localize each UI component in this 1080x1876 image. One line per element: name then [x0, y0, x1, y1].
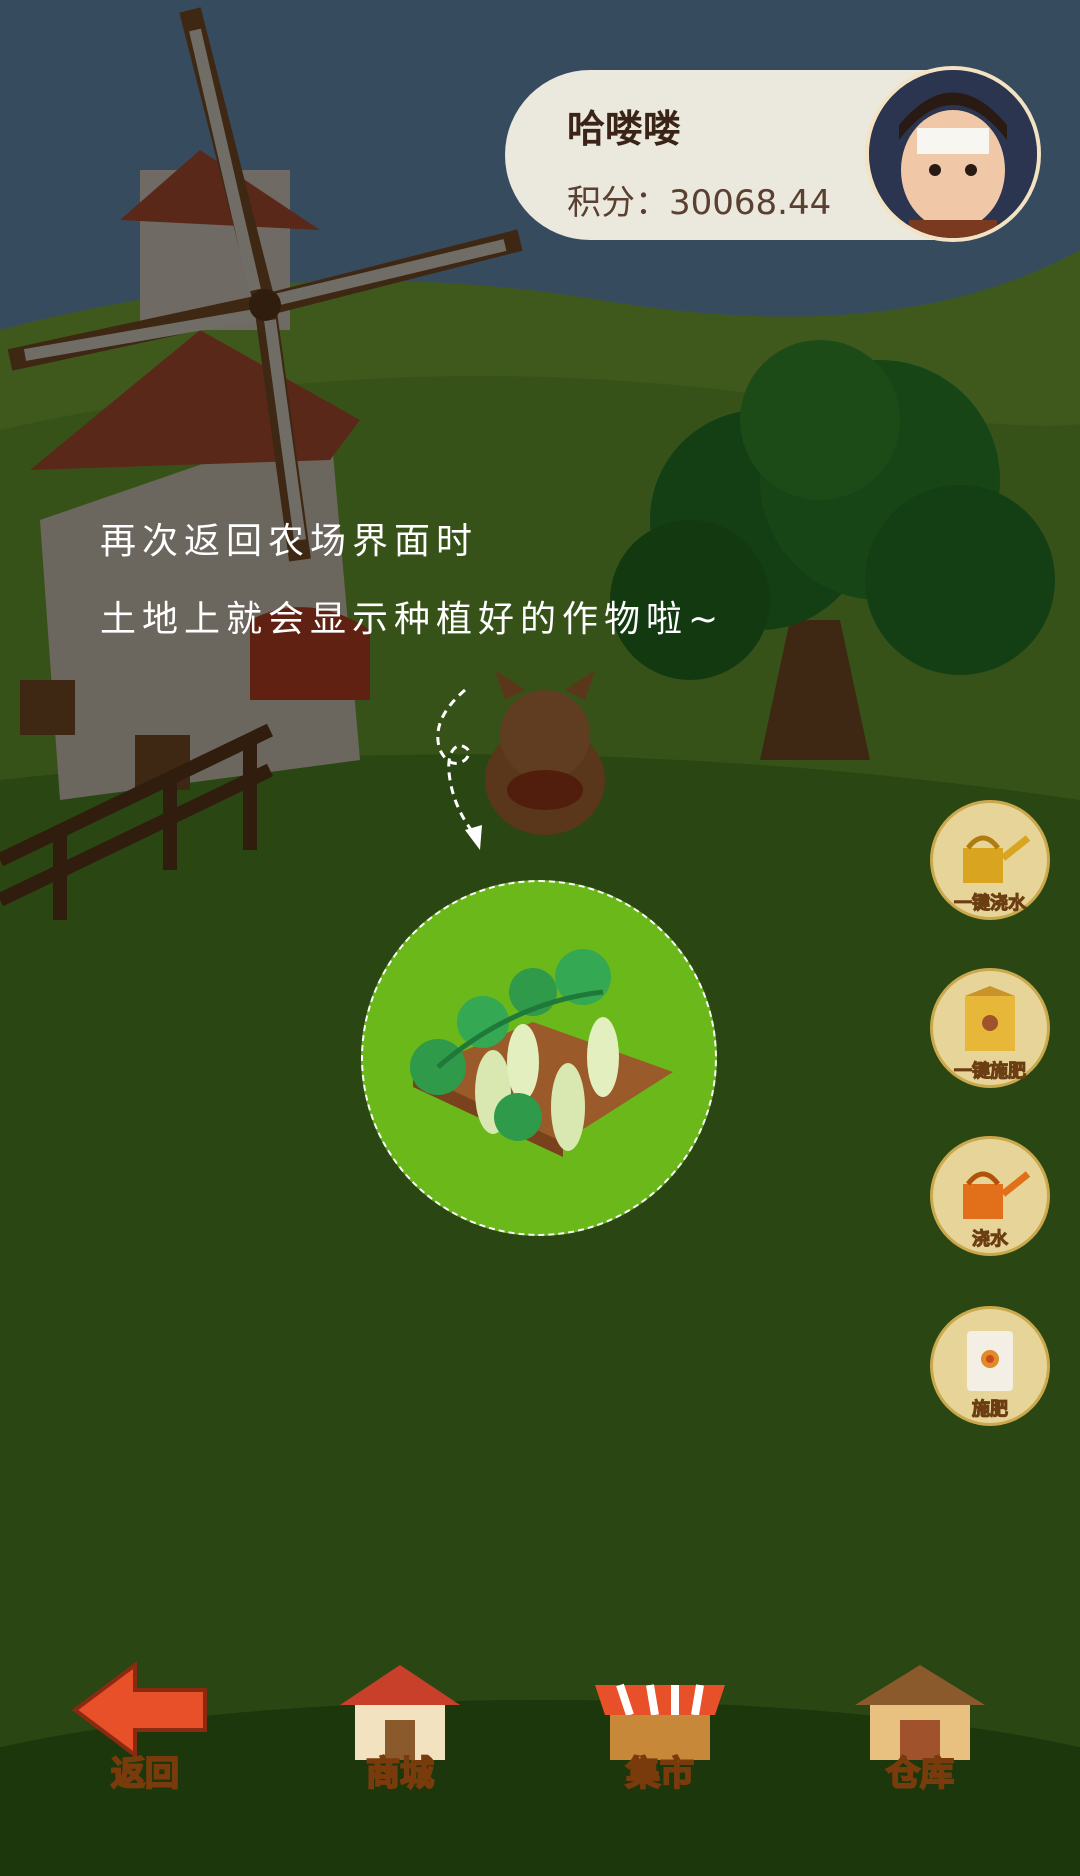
- shop-button[interactable]: 商城: [320, 1655, 480, 1795]
- username: 哈喽喽: [567, 107, 682, 151]
- squash-crop-icon: [410, 949, 673, 1157]
- score-label: 积分：30068.44: [567, 183, 832, 223]
- market-button[interactable]: 集市: [580, 1655, 740, 1795]
- planted-crop-plot[interactable]: [361, 880, 717, 1236]
- water-button[interactable]: 浇水: [930, 1136, 1050, 1256]
- fertilize-all-label: 一键施肥: [954, 1061, 1027, 1083]
- back-label: 返回: [110, 1753, 180, 1795]
- avatar-photo-icon: [869, 70, 1037, 238]
- shop-label: 商城: [365, 1753, 435, 1795]
- back-button[interactable]: 返回: [65, 1655, 225, 1795]
- tutorial-text-line-1: 再次返回农场界面时: [100, 521, 479, 562]
- warehouse-label: 仓库: [885, 1753, 955, 1795]
- fertilize-button[interactable]: 施肥: [930, 1306, 1050, 1426]
- water-all-label: 一键浇水: [954, 893, 1027, 915]
- market-label: 集市: [625, 1753, 695, 1795]
- tutorial-text-line-2: 土地上就会显示种植好的作物啦~: [100, 599, 725, 640]
- water-all-button[interactable]: 一键浇水: [930, 800, 1050, 920]
- warehouse-button[interactable]: 仓库: [840, 1655, 1000, 1795]
- water-label: 浇水: [972, 1229, 1009, 1251]
- avatar[interactable]: [865, 66, 1041, 242]
- fertilize-label: 施肥: [972, 1399, 1009, 1421]
- dashed-pointer-arrow-icon: [436, 688, 482, 850]
- fertilize-all-button[interactable]: 一键施肥: [930, 968, 1050, 1088]
